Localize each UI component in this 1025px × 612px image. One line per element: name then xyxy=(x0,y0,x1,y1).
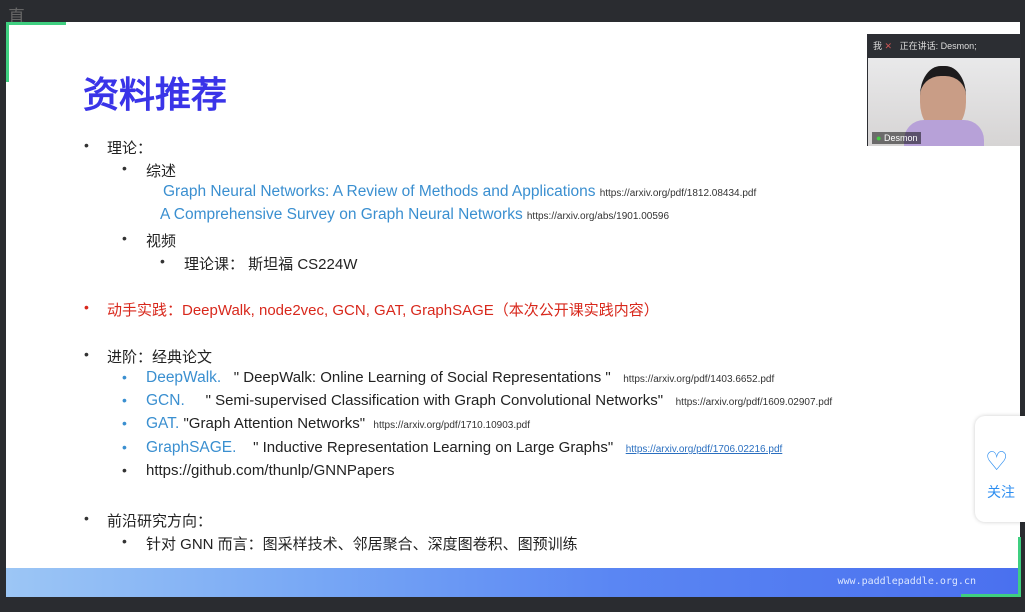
paper-url[interactable]: https://arxiv.org/pdf/1609.02907.pdf xyxy=(676,397,833,408)
bullet: • xyxy=(160,253,165,269)
review-heading: 综述 xyxy=(146,163,177,180)
corner-decoration xyxy=(6,22,66,82)
classic-paper: GCN. " Semi-supervised Classification wi… xyxy=(146,392,832,410)
speaking-label: 正在讲话: Desmon; xyxy=(899,41,977,51)
footer-url: www.paddlepaddle.org.cn xyxy=(837,576,976,587)
paper-name: GAT. xyxy=(146,415,180,432)
classic-paper: GraphSAGE. " Inductive Representation Le… xyxy=(146,439,782,457)
bullet: • xyxy=(84,137,89,153)
bullet: • xyxy=(84,346,89,362)
participant-name: ● Desmon xyxy=(872,132,922,144)
paper-url[interactable]: https://arxiv.org/pdf/1706.02216.pdf xyxy=(626,444,783,455)
bullet: • xyxy=(122,462,127,478)
page-title: 资料推荐 xyxy=(83,74,228,115)
paper-title: " Semi-supervised Classification with Gr… xyxy=(205,392,664,409)
paper-title: Graph Neural Networks: A Review of Metho… xyxy=(163,183,596,200)
classic-paper: DeepWalk. " DeepWalk: Online Learning of… xyxy=(146,369,774,387)
top-bar: 直 xyxy=(0,0,1025,26)
frontier-item: 针对 GNN 而言：图采样技术、邻居聚合、深度图卷积、图预训练 xyxy=(146,536,578,553)
bullet: • xyxy=(122,160,127,176)
bullet: • xyxy=(122,415,127,431)
practice-item: 动手实践：DeepWalk, node2vec, GCN, GAT, Graph… xyxy=(107,302,659,319)
video-panel[interactable]: 我 ✕ 正在讲话: Desmon; ● Desmon xyxy=(867,34,1021,146)
video-feed: ● Desmon xyxy=(868,58,1020,146)
follow-button[interactable]: ♡ 关注 xyxy=(975,416,1025,522)
video-heading: 视频 xyxy=(146,233,177,250)
mic-icon: ● xyxy=(876,133,882,143)
github-link[interactable]: https://github.com/thunlp/GNNPapers xyxy=(146,462,394,479)
advanced-heading: 进阶：经典论文 xyxy=(107,349,213,366)
bullet: • xyxy=(84,510,89,526)
classic-paper: GAT. "Graph Attention Networks" https://… xyxy=(146,415,530,433)
paper-title: A Comprehensive Survey on Graph Neural N… xyxy=(160,206,523,223)
bullet: • xyxy=(84,299,89,315)
paper-title: " DeepWalk: Online Learning of Social Re… xyxy=(233,369,611,386)
bullet: • xyxy=(122,533,127,549)
course-item: 理论课： 斯坦福 CS224W xyxy=(184,256,358,273)
corner-decoration xyxy=(961,537,1021,597)
paper-url[interactable]: https://arxiv.org/abs/1901.00596 xyxy=(527,211,669,222)
paper-item: A Comprehensive Survey on Graph Neural N… xyxy=(160,206,669,224)
paper-title: " Inductive Representation Learning on L… xyxy=(253,439,614,456)
paper-url[interactable]: https://arxiv.org/pdf/1710.10903.pdf xyxy=(373,420,530,431)
heart-icon: ♡ xyxy=(985,446,1009,476)
bullet: • xyxy=(122,392,127,408)
bullet: • xyxy=(122,439,127,455)
me-label: 我 xyxy=(873,41,883,51)
paper-item: Graph Neural Networks: A Review of Metho… xyxy=(163,183,756,201)
bullet: • xyxy=(122,369,127,385)
mic-muted-icon[interactable]: ✕ xyxy=(885,41,893,51)
frontier-heading: 前沿研究方向： xyxy=(107,513,213,530)
footer-band: www.paddlepaddle.org.cn xyxy=(6,568,1020,597)
theory-heading: 理论： xyxy=(107,140,153,157)
paper-name: GCN. xyxy=(146,392,185,409)
paper-url[interactable]: https://arxiv.org/pdf/1403.6652.pdf xyxy=(623,374,774,385)
follow-label: 关注 xyxy=(987,484,1015,500)
paper-url[interactable]: https://arxiv.org/pdf/1812.08434.pdf xyxy=(600,188,757,199)
paper-name: GraphSAGE. xyxy=(146,439,237,456)
paper-title: "Graph Attention Networks" xyxy=(183,415,366,432)
participant-name-text: Desmon xyxy=(883,133,918,143)
video-header: 我 ✕ 正在讲话: Desmon; xyxy=(867,34,1021,58)
paper-name: DeepWalk. xyxy=(146,369,222,386)
bullet: • xyxy=(122,230,127,246)
